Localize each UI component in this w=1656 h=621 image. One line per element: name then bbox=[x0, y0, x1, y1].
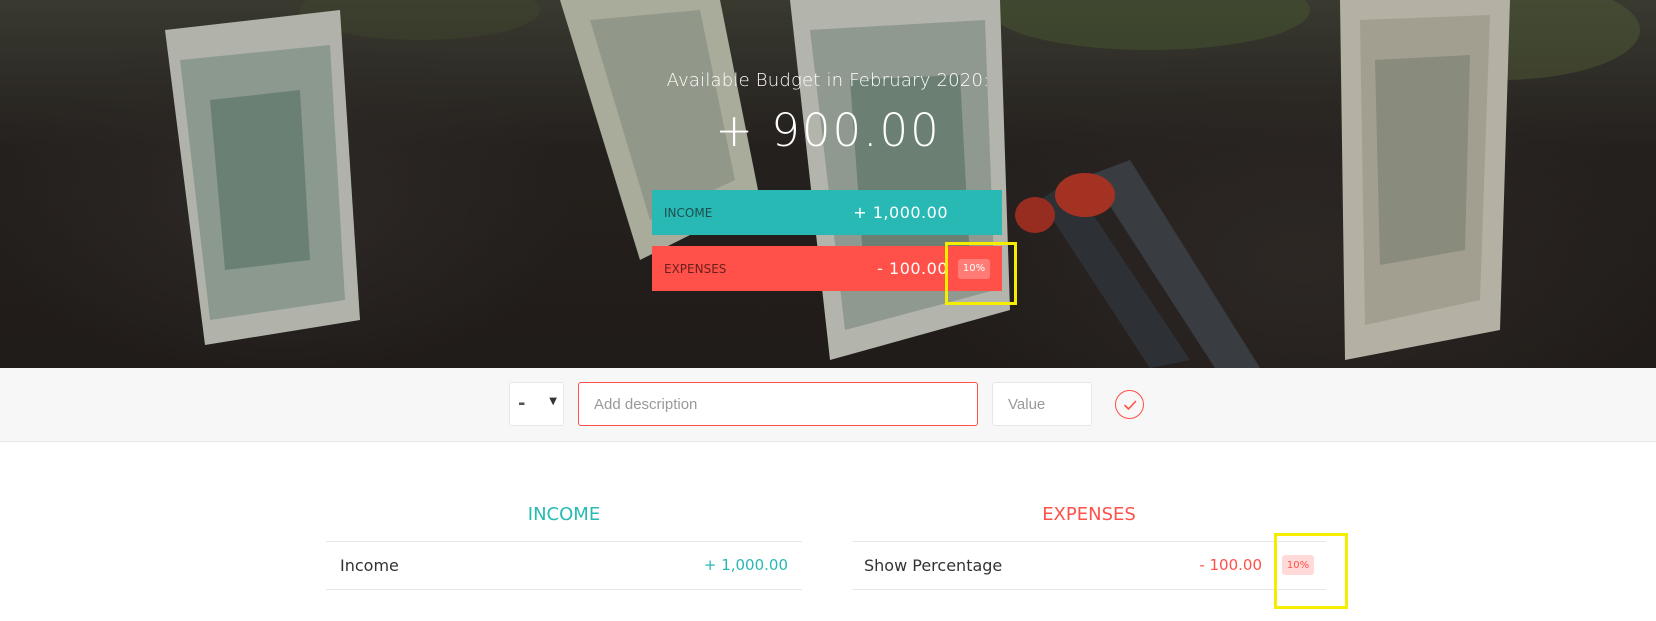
hero-banner: Available Budget in February 2020: + 900… bbox=[0, 0, 1656, 368]
expenses-list-title: Expenses bbox=[1042, 504, 1136, 525]
value-input[interactable] bbox=[992, 382, 1092, 426]
caret-down-icon: ▼ bbox=[549, 396, 557, 407]
hero-overlay bbox=[0, 0, 1656, 368]
type-select[interactable]: - ▼ bbox=[509, 382, 564, 426]
expenses-summary-value: - 100.00 bbox=[877, 259, 948, 278]
expense-item-value: - 100.00 bbox=[1199, 556, 1262, 574]
income-summary-label: Income bbox=[664, 205, 713, 220]
income-item-description: Income bbox=[340, 555, 399, 575]
highlight-box-expenses-summary-percentage bbox=[945, 242, 1017, 305]
available-budget-title: Available Budget in February 2020: bbox=[666, 70, 990, 91]
available-budget-value: + 900.00 bbox=[715, 104, 941, 157]
income-item-value: + 1,000.00 bbox=[703, 556, 788, 574]
income-summary-percentage-spacer bbox=[958, 203, 990, 223]
add-item-button[interactable] bbox=[1115, 390, 1144, 419]
income-summary: Income + 1,000.00 bbox=[652, 190, 1002, 235]
income-list-item[interactable]: Income + 1,000.00 bbox=[326, 541, 802, 589]
add-item-bar: - ▼ bbox=[0, 368, 1656, 442]
description-input[interactable] bbox=[578, 382, 978, 426]
expenses-list-bottom-divider bbox=[852, 589, 1326, 590]
income-list-bottom-divider bbox=[326, 589, 802, 590]
expenses-list-item[interactable]: Show Percentage - 100.00 10% bbox=[852, 541, 1326, 589]
type-select-value: - bbox=[518, 393, 526, 414]
check-circle-icon bbox=[1123, 400, 1136, 410]
highlight-box-expense-item-percentage bbox=[1274, 533, 1348, 609]
income-summary-value: + 1,000.00 bbox=[853, 203, 948, 222]
expenses-summary-label: Expenses bbox=[664, 261, 727, 276]
expense-item-description: Show Percentage bbox=[864, 555, 1003, 575]
income-list-title: Income bbox=[527, 504, 601, 525]
